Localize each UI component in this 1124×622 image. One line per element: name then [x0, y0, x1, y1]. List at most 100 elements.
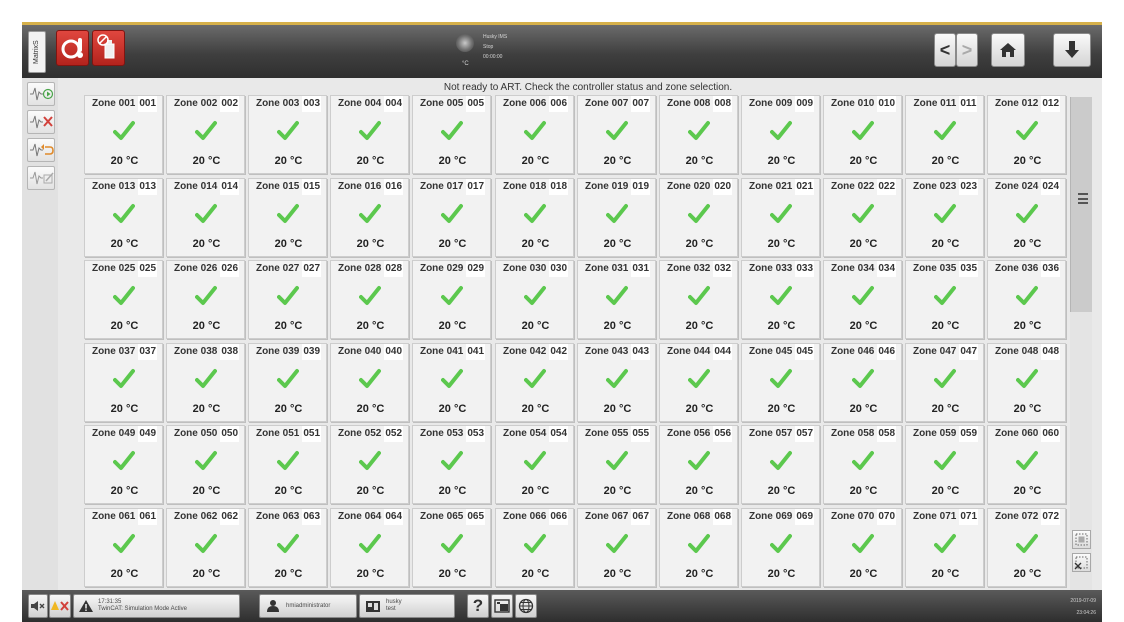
zone-tile[interactable]: Zone 021 021 20 °C	[741, 178, 820, 257]
zone-tile[interactable]: Zone 051 051 20 °C	[248, 425, 327, 504]
scrollbar-thumb[interactable]	[1070, 97, 1092, 312]
zone-tile[interactable]: Zone 024 024 20 °C	[987, 178, 1066, 257]
zone-tile[interactable]: Zone 005 005 20 °C	[412, 95, 491, 174]
zone-tile[interactable]: Zone 028 028 20 °C	[330, 260, 409, 339]
zone-tile[interactable]: Zone 058 058 20 °C	[823, 425, 902, 504]
machine-button[interactable]: husky test	[359, 594, 455, 618]
zone-tile[interactable]: Zone 031 031 20 °C	[577, 260, 656, 339]
zone-tile[interactable]: Zone 064 064 20 °C	[330, 508, 409, 587]
zone-tile[interactable]: Zone 056 056 20 °C	[659, 425, 738, 504]
material-alarm-button[interactable]	[92, 30, 125, 66]
undo-art-button[interactable]	[27, 138, 55, 162]
zone-tile[interactable]: Zone 007 007 20 °C	[577, 95, 656, 174]
zone-tile[interactable]: Zone 025 025 20 °C	[84, 260, 163, 339]
zone-tile[interactable]: Zone 004 004 20 °C	[330, 95, 409, 174]
zone-tile[interactable]: Zone 060 060 20 °C	[987, 425, 1066, 504]
help-button[interactable]: ?	[467, 594, 489, 618]
zone-tile[interactable]: Zone 036 036 20 °C	[987, 260, 1066, 339]
forward-button[interactable]: >	[956, 33, 978, 67]
zone-tile[interactable]: Zone 002 002 20 °C	[166, 95, 245, 174]
zone-tile[interactable]: Zone 010 010 20 °C	[823, 95, 902, 174]
zone-tile[interactable]: Zone 066 066 20 °C	[495, 508, 574, 587]
zone-tile[interactable]: Zone 068 068 20 °C	[659, 508, 738, 587]
zone-tile[interactable]: Zone 023 023 20 °C	[905, 178, 984, 257]
zone-tile[interactable]: Zone 006 006 20 °C	[495, 95, 574, 174]
zone-tile[interactable]: Zone 043 043 20 °C	[577, 343, 656, 422]
zone-tile[interactable]: Zone 055 055 20 °C	[577, 425, 656, 504]
zone-tile[interactable]: Zone 020 020 20 °C	[659, 178, 738, 257]
zone-tile[interactable]: Zone 061 061 20 °C	[84, 508, 163, 587]
zone-tile[interactable]: Zone 017 017 20 °C	[412, 178, 491, 257]
zone-tile[interactable]: Zone 070 070 20 °C	[823, 508, 902, 587]
zone-tile[interactable]: Zone 052 052 20 °C	[330, 425, 409, 504]
deselect-button[interactable]	[1072, 553, 1091, 572]
edit-art-button[interactable]	[27, 166, 55, 190]
zone-tile[interactable]: Zone 029 029 20 °C	[412, 260, 491, 339]
zone-tile[interactable]: Zone 067 067 20 °C	[577, 508, 656, 587]
zone-tile[interactable]: Zone 039 039 20 °C	[248, 343, 327, 422]
zone-header: Zone 019 019	[578, 179, 657, 195]
zone-tile[interactable]: Zone 027 027 20 °C	[248, 260, 327, 339]
zone-tile[interactable]: Zone 071 071 20 °C	[905, 508, 984, 587]
zone-tile[interactable]: Zone 041 041 20 °C	[412, 343, 491, 422]
zone-tile[interactable]: Zone 049 049 20 °C	[84, 425, 163, 504]
zone-tile[interactable]: Zone 057 057 20 °C	[741, 425, 820, 504]
zone-tile[interactable]: Zone 001 001 20 °C	[84, 95, 163, 174]
zone-tile[interactable]: Zone 037 037 20 °C	[84, 343, 163, 422]
user-button[interactable]: hmiadministrator	[259, 594, 357, 618]
mute-button[interactable]	[28, 594, 48, 618]
zone-tile[interactable]: Zone 009 009 20 °C	[741, 95, 820, 174]
zone-tile[interactable]: Zone 026 026 20 °C	[166, 260, 245, 339]
zone-tile[interactable]: Zone 003 003 20 °C	[248, 95, 327, 174]
zone-tile[interactable]: Zone 022 022 20 °C	[823, 178, 902, 257]
zone-tile[interactable]: Zone 033 033 20 °C	[741, 260, 820, 339]
screenshot-button[interactable]	[491, 594, 513, 618]
zone-tile[interactable]: Zone 018 018 20 °C	[495, 178, 574, 257]
zone-scrollbar[interactable]	[1070, 97, 1092, 590]
zone-tile[interactable]: Zone 046 046 20 °C	[823, 343, 902, 422]
cancel-art-button[interactable]	[27, 110, 55, 134]
home-button[interactable]	[991, 33, 1025, 67]
select-all-button[interactable]	[1072, 530, 1091, 549]
zone-tile[interactable]: Zone 040 040 20 °C	[330, 343, 409, 422]
zone-tile[interactable]: Zone 062 062 20 °C	[166, 508, 245, 587]
zone-tile[interactable]: Zone 050 050 20 °C	[166, 425, 245, 504]
zone-tile[interactable]: Zone 059 059 20 °C	[905, 425, 984, 504]
zone-tile[interactable]: Zone 015 015 20 °C	[248, 178, 327, 257]
zone-tile[interactable]: Zone 012 012 20 °C	[987, 95, 1066, 174]
back-button[interactable]: <	[934, 33, 956, 67]
alarm-reset-button[interactable]	[49, 594, 71, 618]
zone-tile[interactable]: Zone 044 044 20 °C	[659, 343, 738, 422]
temperature-alarm-button[interactable]	[56, 30, 89, 66]
zone-tile[interactable]: Zone 034 034 20 °C	[823, 260, 902, 339]
start-art-button[interactable]	[27, 82, 55, 106]
zone-header: Zone 020 020	[660, 179, 739, 195]
download-button[interactable]	[1053, 33, 1091, 67]
menu-icon[interactable]	[1078, 193, 1088, 204]
zone-tile[interactable]: Zone 053 053 20 °C	[412, 425, 491, 504]
language-button[interactable]	[515, 594, 537, 618]
matrix-side-tab[interactable]: MatrixS	[28, 31, 46, 73]
zone-tile[interactable]: Zone 032 032 20 °C	[659, 260, 738, 339]
zone-tile[interactable]: Zone 072 072 20 °C	[987, 508, 1066, 587]
zone-tile[interactable]: Zone 019 019 20 °C	[577, 178, 656, 257]
checkmark-icon	[195, 451, 217, 470]
zone-tile[interactable]: Zone 069 069 20 °C	[741, 508, 820, 587]
zone-tile[interactable]: Zone 054 054 20 °C	[495, 425, 574, 504]
machine-status-knob[interactable]	[456, 34, 474, 52]
zone-tile[interactable]: Zone 047 047 20 °C	[905, 343, 984, 422]
zone-tile[interactable]: Zone 008 008 20 °C	[659, 95, 738, 174]
zone-tile[interactable]: Zone 063 063 20 °C	[248, 508, 327, 587]
zone-tile[interactable]: Zone 014 014 20 °C	[166, 178, 245, 257]
zone-tile[interactable]: Zone 035 035 20 °C	[905, 260, 984, 339]
zone-tile[interactable]: Zone 038 038 20 °C	[166, 343, 245, 422]
zone-tile[interactable]: Zone 042 042 20 °C	[495, 343, 574, 422]
zone-tile[interactable]: Zone 045 045 20 °C	[741, 343, 820, 422]
event-log-button[interactable]: 17:31:35 TwinCAT: Simulation Mode Active	[73, 594, 240, 618]
zone-tile[interactable]: Zone 016 016 20 °C	[330, 178, 409, 257]
zone-tile[interactable]: Zone 011 011 20 °C	[905, 95, 984, 174]
zone-tile[interactable]: Zone 065 065 20 °C	[412, 508, 491, 587]
zone-tile[interactable]: Zone 048 048 20 °C	[987, 343, 1066, 422]
zone-tile[interactable]: Zone 013 013 20 °C	[84, 178, 163, 257]
zone-tile[interactable]: Zone 030 030 20 °C	[495, 260, 574, 339]
